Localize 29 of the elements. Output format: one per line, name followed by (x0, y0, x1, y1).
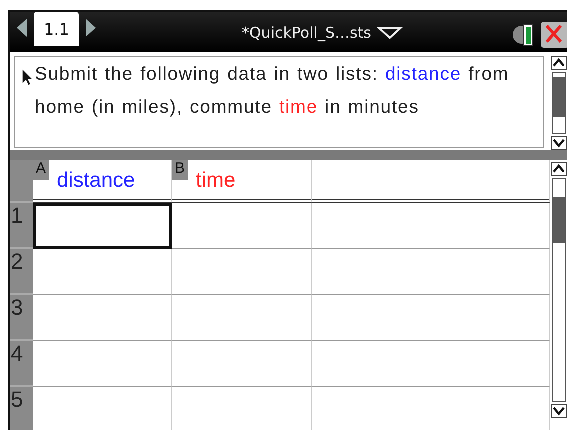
row-number[interactable]: 4 (10, 341, 33, 387)
scroll-bar[interactable] (550, 56, 567, 150)
row-number[interactable]: 1 (10, 203, 33, 249)
next-page-icon[interactable] (85, 18, 98, 38)
column-letter: A (33, 160, 50, 180)
previous-page-icon[interactable] (16, 18, 28, 38)
battery-gear-icon[interactable] (512, 22, 536, 48)
row-number[interactable]: 5 (10, 387, 33, 430)
header-corner (10, 160, 33, 203)
dropdown-caret-icon[interactable] (377, 26, 404, 40)
row-number[interactable]: 2 (10, 249, 33, 295)
document-title: *QuickPoll_S…sts (242, 24, 372, 42)
column-name: time (196, 169, 236, 193)
scroll-up-icon[interactable] (550, 56, 566, 70)
scroll-down-icon[interactable] (550, 404, 566, 418)
page-tab[interactable]: 1.1 (34, 12, 80, 46)
scroll-down-icon[interactable] (550, 136, 566, 150)
column-name: distance (57, 169, 136, 193)
column-header[interactable]: B time (172, 160, 312, 203)
question-text: Submit the following data in two lists: distance from home (in miles), commute time in minutes (35, 62, 510, 119)
mouse-pointer-icon (22, 68, 33, 87)
scroll-thumb[interactable] (552, 77, 564, 117)
table-cell[interactable] (33, 203, 172, 249)
row-number[interactable]: 3 (10, 295, 33, 341)
column-letter: B (172, 160, 188, 180)
scroll-thumb[interactable] (552, 197, 564, 243)
close-icon[interactable] (540, 21, 567, 49)
scroll-bar[interactable] (550, 162, 567, 418)
scroll-up-icon[interactable] (550, 162, 566, 176)
